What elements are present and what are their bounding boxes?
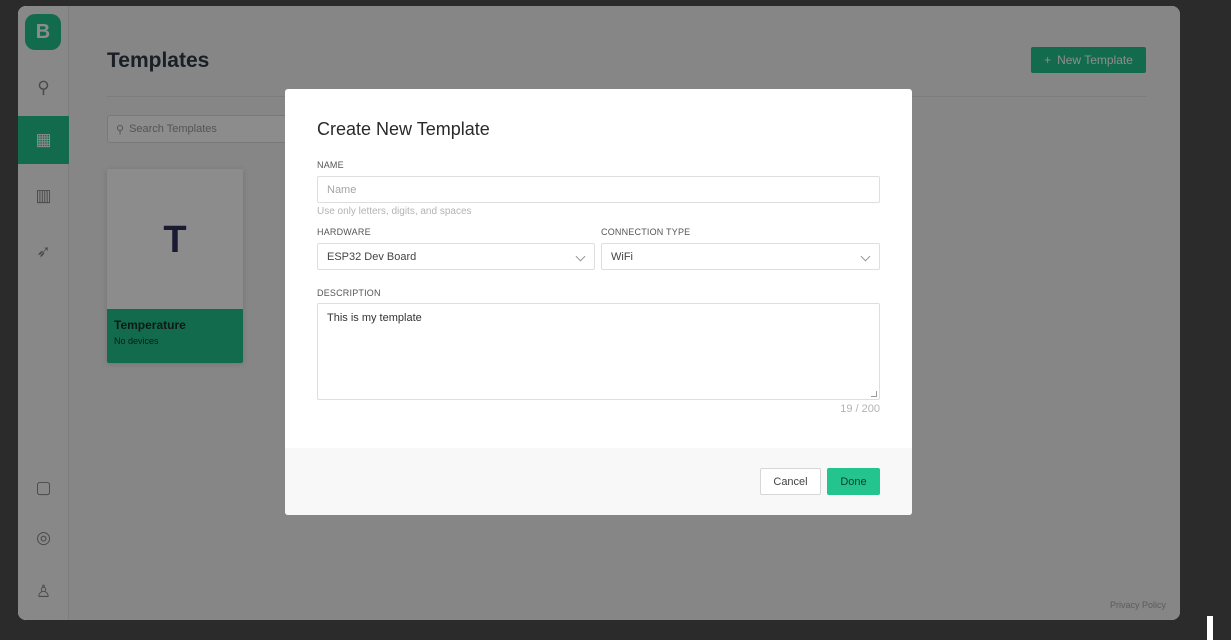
hardware-label: HARDWARE bbox=[317, 227, 371, 237]
character-counter: 19 / 200 bbox=[840, 403, 880, 415]
create-template-dialog: Create New Template NAME Name Use only l… bbox=[285, 89, 912, 515]
connection-type-value: WiFi bbox=[611, 250, 633, 263]
description-label: DESCRIPTION bbox=[317, 288, 381, 298]
done-button[interactable]: Done bbox=[827, 468, 880, 495]
name-field[interactable]: Name bbox=[317, 176, 880, 203]
resize-handle-icon[interactable] bbox=[871, 391, 877, 397]
hardware-select[interactable]: ESP32 Dev Board bbox=[317, 243, 595, 270]
cancel-button[interactable]: Cancel bbox=[760, 468, 821, 495]
text-cursor-icon bbox=[1207, 616, 1213, 640]
dialog-title: Create New Template bbox=[317, 119, 490, 139]
hardware-value: ESP32 Dev Board bbox=[327, 250, 417, 263]
name-label: NAME bbox=[317, 160, 344, 170]
description-value: This is my template bbox=[327, 312, 422, 324]
chevron-down-icon bbox=[860, 251, 871, 262]
dialog-footer: Cancel Done bbox=[285, 448, 912, 515]
chevron-down-icon bbox=[575, 251, 586, 262]
name-placeholder: Name bbox=[327, 183, 357, 196]
name-hint: Use only letters, digits, and spaces bbox=[317, 206, 472, 217]
connection-type-select[interactable]: WiFi bbox=[601, 243, 880, 270]
connection-type-label: CONNECTION TYPE bbox=[601, 227, 691, 237]
description-textarea[interactable]: This is my template bbox=[317, 303, 880, 400]
